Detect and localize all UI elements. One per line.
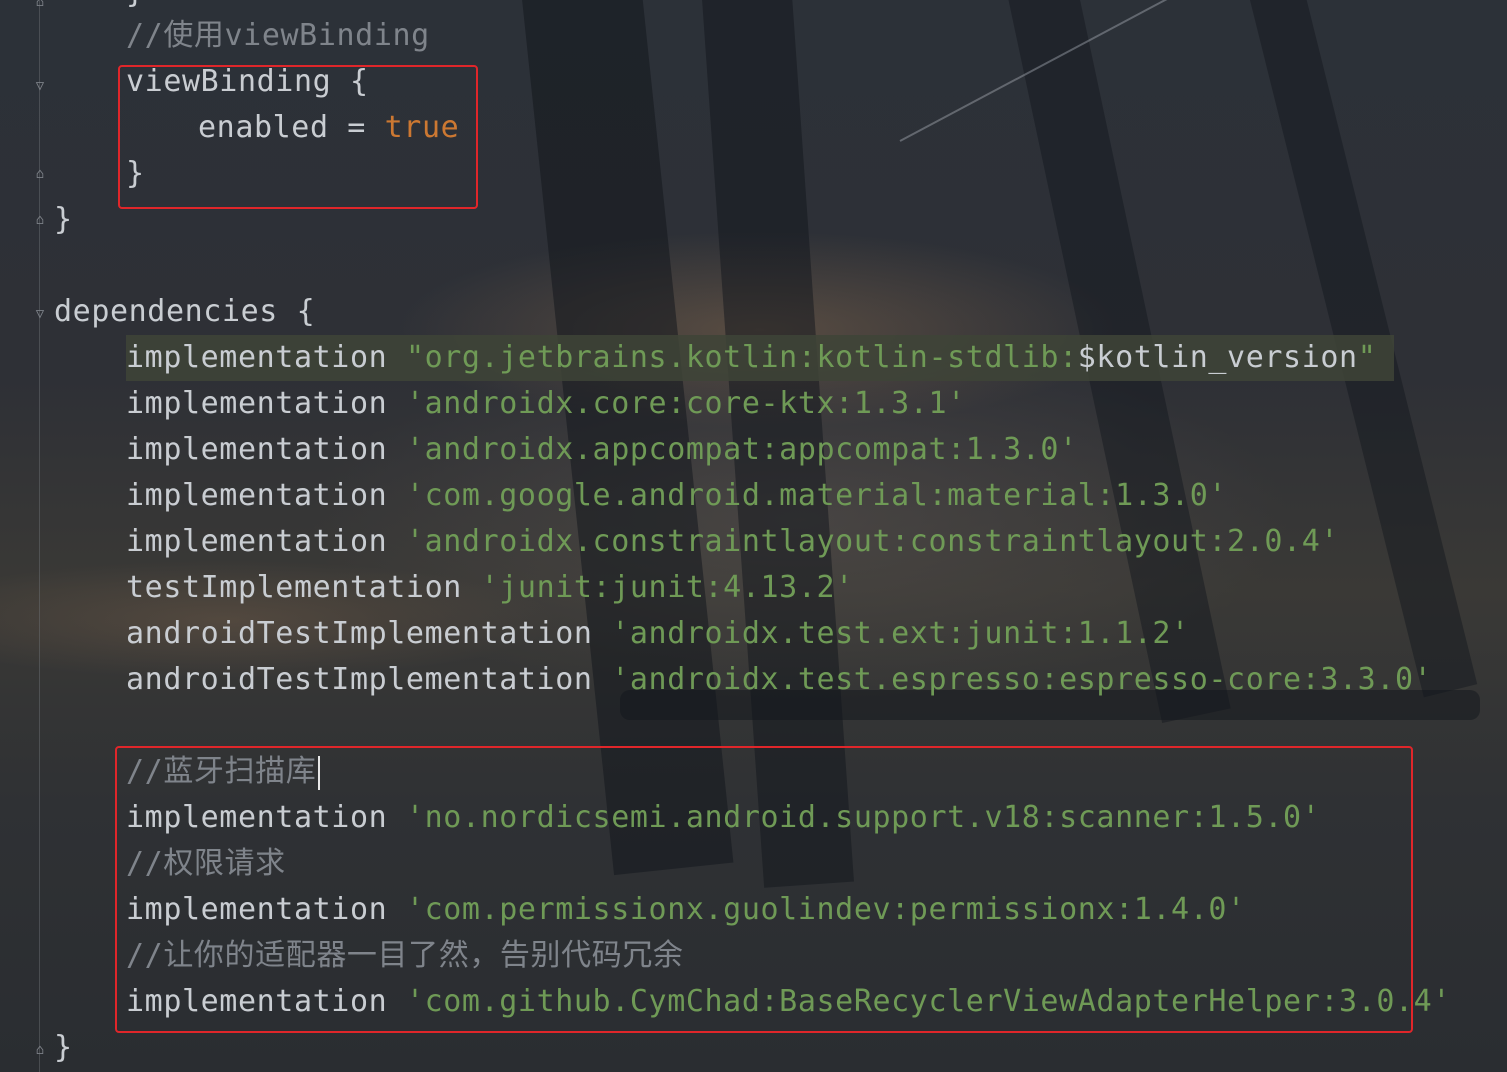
dependency-config: implementation bbox=[126, 524, 406, 559]
dependency-config: androidTestImplementation bbox=[126, 662, 612, 697]
dependency-string: 'androidx.appcompat:appcompat:1.3.0' bbox=[405, 432, 1078, 467]
fold-gutter-line bbox=[39, 0, 40, 1072]
dependency-config: androidTestImplementation bbox=[126, 616, 612, 651]
code-text: } bbox=[54, 202, 73, 237]
code-line-dep-appcompat[interactable]: implementation 'androidx.appcompat:appco… bbox=[126, 427, 1078, 473]
annotation-box-viewbinding bbox=[118, 65, 478, 209]
dependency-string: 'junit:junit:4.13.2' bbox=[480, 570, 854, 605]
dependency-string: 'com.google.android.material:material:1.… bbox=[405, 478, 1228, 513]
code-text: } bbox=[54, 1030, 73, 1065]
dependency-string: 'androidx.test.espresso:espresso-core:3.… bbox=[611, 662, 1433, 697]
code-line-dep-test-ext-junit[interactable]: androidTestImplementation 'androidx.test… bbox=[126, 611, 1190, 657]
code-line-dep-kotlin-stdlib[interactable]: implementation "org.jetbrains.kotlin:kot… bbox=[126, 335, 1395, 381]
code-text: } bbox=[126, 0, 145, 10]
code-line-dep-material[interactable]: implementation 'com.google.android.mater… bbox=[126, 473, 1227, 519]
template-variable: $kotlin_version bbox=[1077, 340, 1358, 375]
code-line-dep-constraintlayout[interactable]: implementation 'androidx.constraintlayou… bbox=[126, 519, 1339, 565]
annotation-box-new-dependencies bbox=[115, 746, 1413, 1033]
dependency-string: 'androidx.constraintlayout:constraintlay… bbox=[405, 524, 1340, 559]
dependency-config: implementation bbox=[126, 340, 406, 375]
code-line-dep-core-ktx[interactable]: implementation 'androidx.core:core-ktx:1… bbox=[126, 381, 966, 427]
dependency-string: 'androidx.test.ext:junit:1.1.2' bbox=[611, 616, 1190, 651]
fold-end-icon[interactable]: ⌂ bbox=[33, 0, 47, 10]
dependency-string: 'androidx.core:core-ktx:1.3.1' bbox=[405, 386, 966, 421]
fold-end-icon[interactable]: ⌂ bbox=[33, 1042, 47, 1058]
fold-collapse-icon[interactable]: ▽ bbox=[33, 78, 47, 94]
dependency-config: testImplementation bbox=[126, 570, 481, 605]
code-text: dependencies { bbox=[54, 294, 316, 329]
fold-end-icon[interactable]: ⌂ bbox=[33, 166, 47, 182]
code-line-dep-espresso[interactable]: androidTestImplementation 'androidx.test… bbox=[126, 657, 1432, 703]
dependency-config: implementation bbox=[126, 432, 406, 467]
comment-text: //使用viewBinding bbox=[126, 18, 430, 53]
dependency-config: implementation bbox=[126, 478, 406, 513]
code-editor[interactable]: ⌂ ▽ ⌂ ⌂ ▽ ⌂ } //使用viewBinding viewBindin… bbox=[0, 0, 1507, 1072]
code-line-dependencies-open[interactable]: dependencies { bbox=[54, 289, 315, 335]
code-line-dependencies-close[interactable]: } bbox=[54, 1025, 73, 1071]
code-line-dep-junit[interactable]: testImplementation 'junit:junit:4.13.2' bbox=[126, 565, 854, 611]
dependency-string: "org.jetbrains.kotlin:kotlin-stdlib: bbox=[405, 340, 1078, 375]
code-line-comment-viewbinding[interactable]: //使用viewBinding bbox=[126, 13, 430, 59]
dependency-config: implementation bbox=[126, 386, 406, 421]
fold-end-icon[interactable]: ⌂ bbox=[33, 212, 47, 228]
fold-collapse-icon[interactable]: ▽ bbox=[33, 306, 47, 322]
string-quote: " bbox=[1357, 340, 1377, 375]
code-line-android-close[interactable]: } bbox=[54, 197, 73, 243]
